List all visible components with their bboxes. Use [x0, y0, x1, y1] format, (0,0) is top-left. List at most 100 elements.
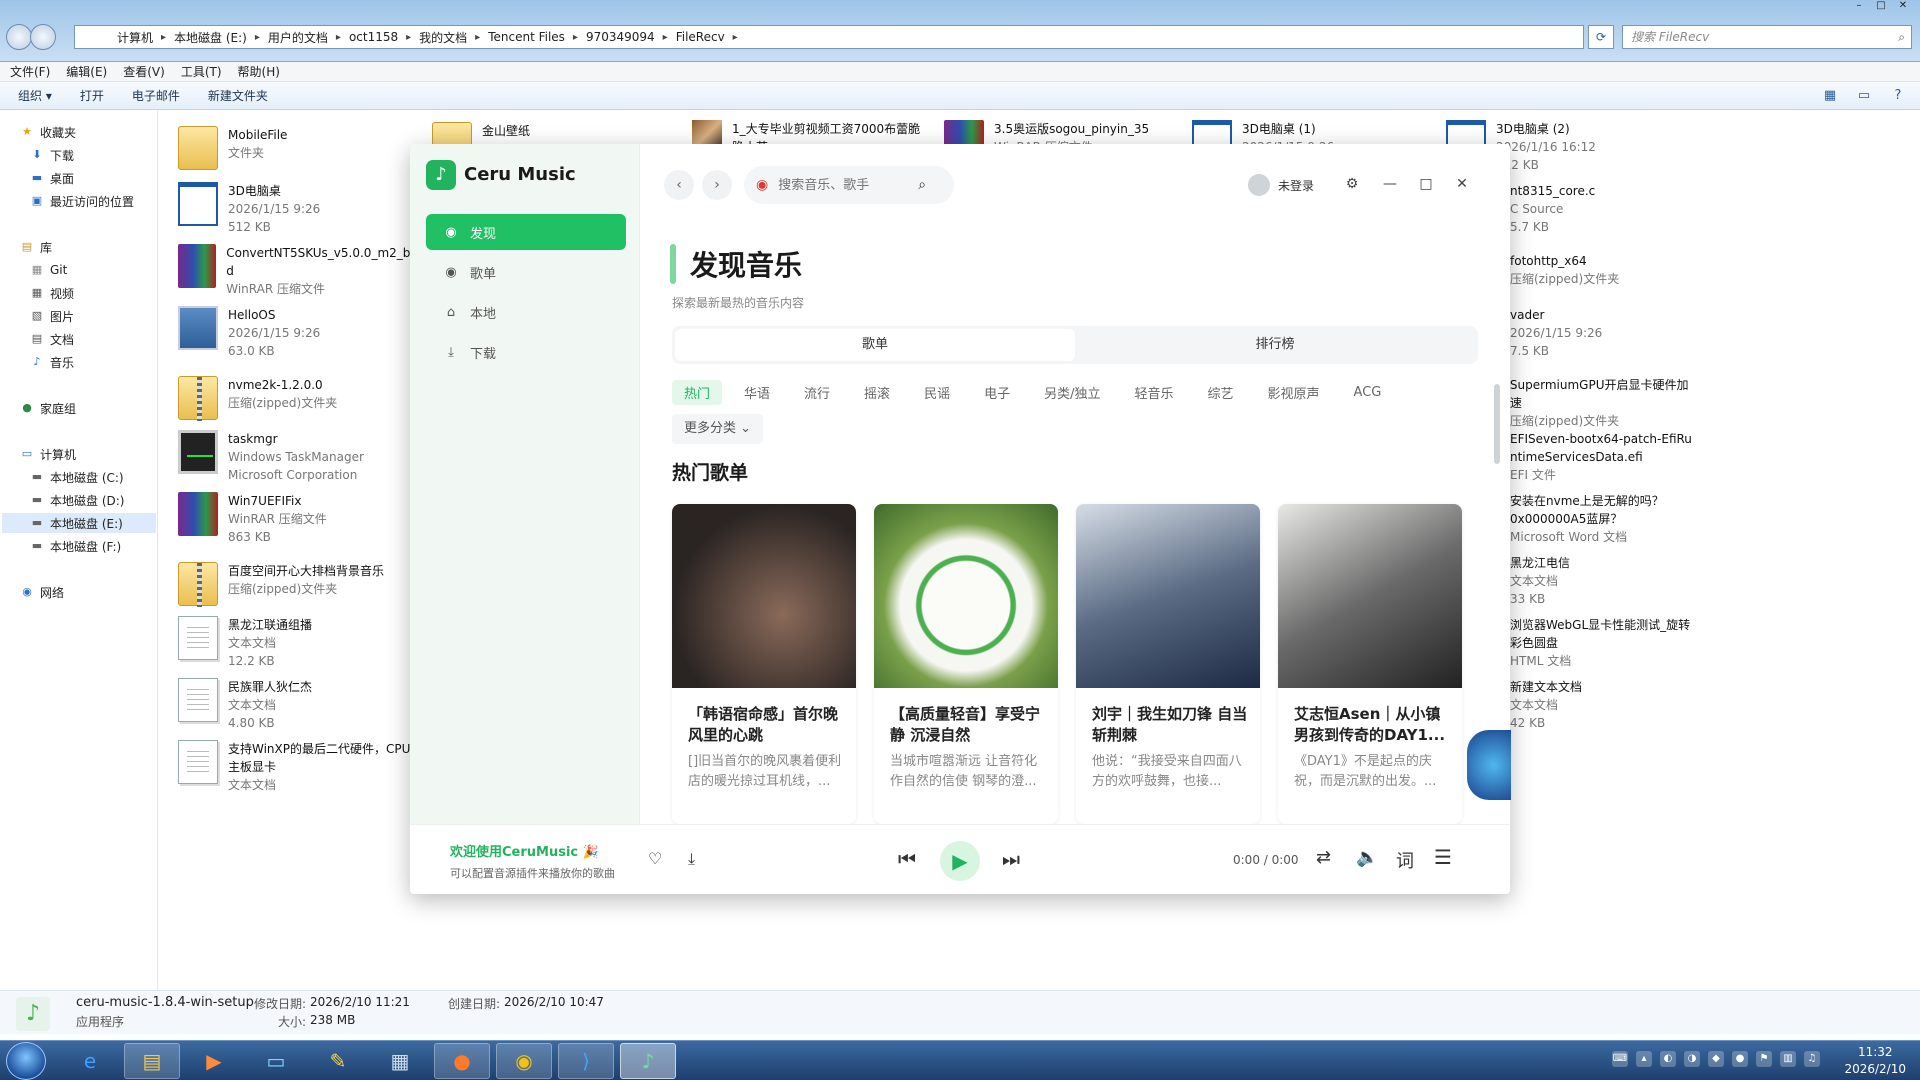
new-folder-button[interactable]: 新建文件夹	[208, 87, 268, 104]
explorer-icon[interactable]: ▤	[124, 1043, 180, 1079]
start-button[interactable]	[6, 1042, 46, 1080]
email-button[interactable]: 电子邮件	[132, 87, 180, 104]
media-player-icon[interactable]: ▶	[186, 1043, 242, 1079]
settings-icon[interactable]: ⚙	[1340, 172, 1364, 196]
organize-button[interactable]: 组织 ▾	[18, 87, 52, 104]
ie-icon[interactable]: e	[62, 1043, 118, 1079]
menu-file[interactable]: 文件(F)	[10, 63, 50, 80]
file-item[interactable]: MobileFile 文件夹	[178, 126, 418, 170]
category-chip[interactable]: 流行	[792, 380, 842, 405]
open-button[interactable]: 打开	[80, 87, 104, 104]
breadcrumb[interactable]: 计算机 ▸ 本地磁盘 (E:) ▸ 用户的文档 ▸ oct1158 ▸ 我的文档 ▸ Te…	[74, 25, 1584, 49]
close-icon[interactable]: ✕	[1894, 0, 1912, 14]
category-chip[interactable]: 民谣	[912, 380, 962, 405]
tray-app-icon[interactable]: ◐	[1660, 1051, 1676, 1067]
flag-icon[interactable]: ⚑	[1756, 1051, 1772, 1067]
nav-video[interactable]: ▦ 视频	[30, 283, 74, 303]
nav-downloads[interactable]: ⬇ 下载	[30, 145, 74, 165]
nav-drive-d[interactable]: ▬ 本地磁盘 (D:)	[30, 490, 125, 510]
breadcrumb-item[interactable]: 用户的文档	[262, 29, 334, 46]
nav-pictures[interactable]: ▧ 图片	[30, 306, 74, 326]
playlist-card[interactable]: 「韩语宿命感」首尔晚风里的心跳 []旧当首尔的晚风裹着便利店的暖光掠过耳机线，..…	[672, 504, 856, 824]
next-track-icon[interactable]: ⏭	[1002, 847, 1020, 871]
back-button[interactable]	[6, 24, 32, 50]
refresh-button[interactable]: ⟳	[1588, 25, 1614, 49]
file-item[interactable]: HelloOS 2026/1/15 9:26 63.0 KB	[178, 306, 418, 360]
back-button[interactable]: ‹	[664, 170, 694, 200]
calculator-icon[interactable]: ▦	[372, 1043, 428, 1079]
keyboard-icon[interactable]: ⌨	[1612, 1051, 1628, 1067]
file-item[interactable]: 民族罪人狄仁杰 文本文档 4.80 KB	[178, 678, 418, 732]
sidebar-item-local[interactable]: ⌂ 本地	[426, 294, 626, 330]
nav-homegroup[interactable]: ● 家庭组	[20, 398, 76, 418]
help-icon[interactable]: ?	[1890, 88, 1906, 104]
maximize-icon[interactable]: □	[1872, 0, 1890, 14]
breadcrumb-item[interactable]: Tencent Files	[482, 30, 571, 44]
nav-documents[interactable]: ▤ 文档	[30, 329, 74, 349]
playlist-card[interactable]: 【高质量轻音】享受宁静 沉浸自然 当城市喧嚣渐远 让音符化作自然的信使 钢琴的澄.…	[874, 504, 1058, 824]
nav-drive-f[interactable]: ▬ 本地磁盘 (F:)	[30, 536, 121, 556]
category-chip[interactable]: 摇滚	[852, 380, 902, 405]
wechat-icon[interactable]: ◑	[1684, 1051, 1700, 1067]
nav-favorites[interactable]: ★ 收藏夹	[20, 122, 76, 142]
user-login[interactable]: 未登录	[1248, 174, 1314, 196]
sidebar-item-playlist[interactable]: ◉ 歌单	[426, 254, 626, 290]
search-icon[interactable]: ⌕	[918, 177, 926, 193]
breadcrumb-item[interactable]: 970349094	[580, 30, 661, 44]
breadcrumb-item[interactable]: 我的文档	[413, 29, 473, 46]
file-item[interactable]: Win7UEFIFix WinRAR 压缩文件 863 KB	[178, 492, 418, 546]
download-icon[interactable]: ⤓	[688, 849, 695, 869]
clock[interactable]: 11:32 2026/2/10	[1844, 1044, 1906, 1078]
close-icon[interactable]: ✕	[1450, 172, 1474, 196]
music-search-box[interactable]: ◉ ⌕	[744, 166, 954, 204]
category-chip[interactable]: 电子	[972, 380, 1022, 405]
chrome-icon[interactable]: ◉	[496, 1043, 552, 1079]
file-item[interactable]: 黑龙江联通组播 文本文档 12.2 KB	[178, 616, 418, 670]
file-item[interactable]: 支持WinXP的最后二代硬件，CPU 主板显卡 文本文档	[178, 740, 418, 794]
category-chip[interactable]: 综艺	[1196, 380, 1246, 405]
floating-assistant-avatar[interactable]	[1467, 730, 1511, 800]
volume-icon[interactable]: ♫	[1804, 1051, 1820, 1067]
tab-charts[interactable]: 排行榜	[1075, 329, 1475, 361]
playlist-card[interactable]: 刘宇｜我生如刀锋 自当斩荆棘 他说：“我接受来自四面八方的欢呼鼓舞，也接...	[1076, 504, 1260, 824]
playlist-queue-icon[interactable]: ☰	[1434, 845, 1452, 869]
playlist-card[interactable]: 艾志恒Asen｜从小镇男孩到传奇的DAY1... 《DAY1》不是起点的庆祝，而是…	[1278, 504, 1462, 824]
sidebar-item-discover[interactable]: ◉ 发现	[426, 214, 626, 250]
firefox-icon[interactable]: ●	[434, 1043, 490, 1079]
breadcrumb-item[interactable]: oct1158	[343, 30, 404, 44]
file-item[interactable]: ConvertNT5SKUs_v5.0.0_m2_bu d WinRAR 压缩文件	[178, 244, 418, 298]
play-mode-icon[interactable]: ⇄	[1316, 847, 1331, 868]
notepad-icon[interactable]: ▭	[248, 1043, 304, 1079]
nav-music[interactable]: ♪ 音乐	[30, 352, 74, 372]
nav-git[interactable]: ▦ Git	[30, 260, 68, 280]
minimize-icon[interactable]: —	[1378, 172, 1402, 196]
qq-icon[interactable]: ●	[1732, 1051, 1748, 1067]
netease-music-icon[interactable]: ◉	[756, 177, 768, 193]
search-icon[interactable]: ⌕	[1898, 26, 1905, 48]
file-item[interactable]: 3D电脑桌 2026/1/15 9:26 512 KB	[178, 182, 418, 236]
explorer-search-input[interactable]: 搜索 FileRecv ⌕	[1622, 25, 1912, 49]
breadcrumb-item[interactable]: 计算机	[111, 29, 159, 46]
volume-icon[interactable]: 🔈	[1356, 847, 1378, 868]
category-chip[interactable]: 华语	[732, 380, 782, 405]
category-chip[interactable]: 热门	[672, 380, 723, 405]
category-chip[interactable]: 另类/独立	[1032, 380, 1112, 405]
forward-button[interactable]: ›	[702, 170, 732, 200]
scrollbar[interactable]	[1494, 384, 1500, 464]
more-categories-dropdown[interactable]: 更多分类 ⌄	[672, 414, 764, 444]
paint-icon[interactable]: ✎	[310, 1043, 366, 1079]
ceru-music-taskbar-icon[interactable]: ♪	[620, 1043, 676, 1079]
lyrics-icon[interactable]: 词	[1396, 847, 1414, 873]
tray-expand-icon[interactable]: ▴	[1636, 1051, 1652, 1067]
nav-desktop[interactable]: ▬ 桌面	[30, 168, 74, 188]
vscode-icon[interactable]: ⟩	[558, 1043, 614, 1079]
breadcrumb-item[interactable]: 本地磁盘 (E:)	[168, 29, 253, 46]
breadcrumb-item[interactable]: FileRecv	[670, 30, 731, 44]
category-chip[interactable]: 影视原声	[1256, 380, 1332, 405]
forward-button[interactable]	[30, 24, 56, 50]
heart-icon[interactable]: ♡	[648, 849, 662, 868]
nav-libraries[interactable]: ▤ 库	[20, 237, 52, 257]
menu-tools[interactable]: 工具(T)	[181, 63, 222, 80]
nav-network[interactable]: ◉ 网络	[20, 582, 64, 602]
maximize-icon[interactable]: □	[1414, 172, 1438, 196]
